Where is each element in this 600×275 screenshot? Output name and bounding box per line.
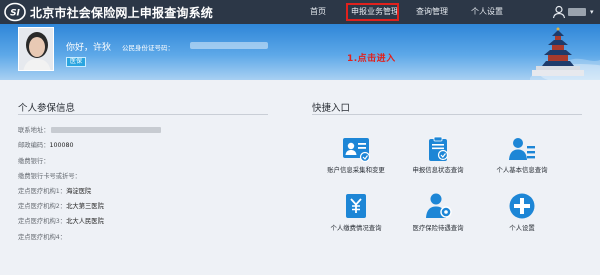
top-nav-bar: SI 北京市社会保险网上申报查询系统 首页 申报业务管理 查询管理 个人设置 ▾	[0, 0, 600, 24]
user-icon[interactable]	[552, 5, 566, 19]
quick-entry-declaration-status[interactable]: 申报信息状态查询	[398, 136, 478, 174]
click-hint-annotation: 1.点击进入	[347, 54, 396, 64]
divider	[18, 114, 268, 115]
quick-entry-basic-info[interactable]: 个人基本信息查询	[482, 136, 562, 174]
divider	[312, 114, 582, 115]
info-row-hospital-2: 定点医疗机构2：北大第三医院	[18, 203, 104, 210]
quick-entry-account-info[interactable]: 账户信息采集和变更	[316, 136, 396, 174]
svg-text:SI: SI	[10, 9, 20, 19]
address-blurred	[51, 127, 162, 133]
greeting-text: 你好，许狄	[66, 43, 112, 53]
person-list-icon	[509, 138, 535, 160]
info-row-bank-card: 缴费银行卡号或折号：	[18, 173, 81, 180]
info-row-hospital-3: 定点医疗机构3：北大人民医院	[18, 218, 104, 225]
account-card-icon	[343, 138, 371, 162]
profile-banner: 你好，许狄 公民身份证号码： 医保 1.点击进入	[0, 24, 600, 80]
plus-circle-icon	[509, 193, 535, 219]
nav-highlight-box	[346, 3, 399, 21]
temple-of-heaven-image	[530, 27, 600, 80]
quick-entry-label: 账户信息采集和变更	[327, 166, 385, 174]
info-row-postcode: 邮政编码：100080	[18, 142, 74, 149]
info-row-address: 联系地址：	[18, 125, 162, 134]
nav-query-management[interactable]: 查询管理	[416, 6, 448, 17]
id-number-blurred	[190, 42, 268, 49]
info-row-hospital-1: 定点医疗机构1：海淀医院	[18, 188, 92, 195]
id-number-label: 公民身份证号码：	[122, 44, 174, 52]
info-row-hospital-4: 定点医疗机构4：	[18, 234, 67, 241]
system-title: 北京市社会保险网上申报查询系统	[30, 6, 214, 20]
personal-info-title: 个人参保信息	[18, 103, 76, 114]
insurance-type-badge: 医保	[66, 57, 87, 67]
quick-entry-label: 个人设置	[509, 224, 535, 232]
quick-entry-label: 申报信息状态查询	[412, 166, 464, 174]
quick-entry-payment-query[interactable]: 个人缴费情况查询	[316, 192, 396, 232]
quick-entry-label: 个人基本信息查询	[496, 166, 548, 174]
quick-entry-label: 医疗保险待遇查询	[412, 224, 464, 232]
quick-entry-label: 个人缴费情况查询	[330, 224, 382, 232]
si-logo-icon: SI	[4, 2, 26, 22]
nav-home[interactable]: 首页	[310, 6, 326, 17]
quick-entry-medical-benefits[interactable]: 医疗保险待遇查询	[398, 192, 478, 232]
quick-entry-title: 快捷入口	[312, 103, 351, 114]
clipboard-check-icon	[429, 136, 449, 161]
person-gear-icon	[426, 193, 452, 218]
chevron-down-icon[interactable]: ▾	[590, 8, 594, 16]
info-row-bank: 缴费银行：	[18, 158, 50, 165]
yuan-document-icon	[346, 194, 366, 218]
user-name-blurred[interactable]	[568, 8, 586, 16]
quick-entry-personal-settings[interactable]: 个人设置	[482, 192, 562, 232]
avatar	[18, 27, 54, 71]
nav-personal-settings[interactable]: 个人设置	[471, 6, 503, 17]
